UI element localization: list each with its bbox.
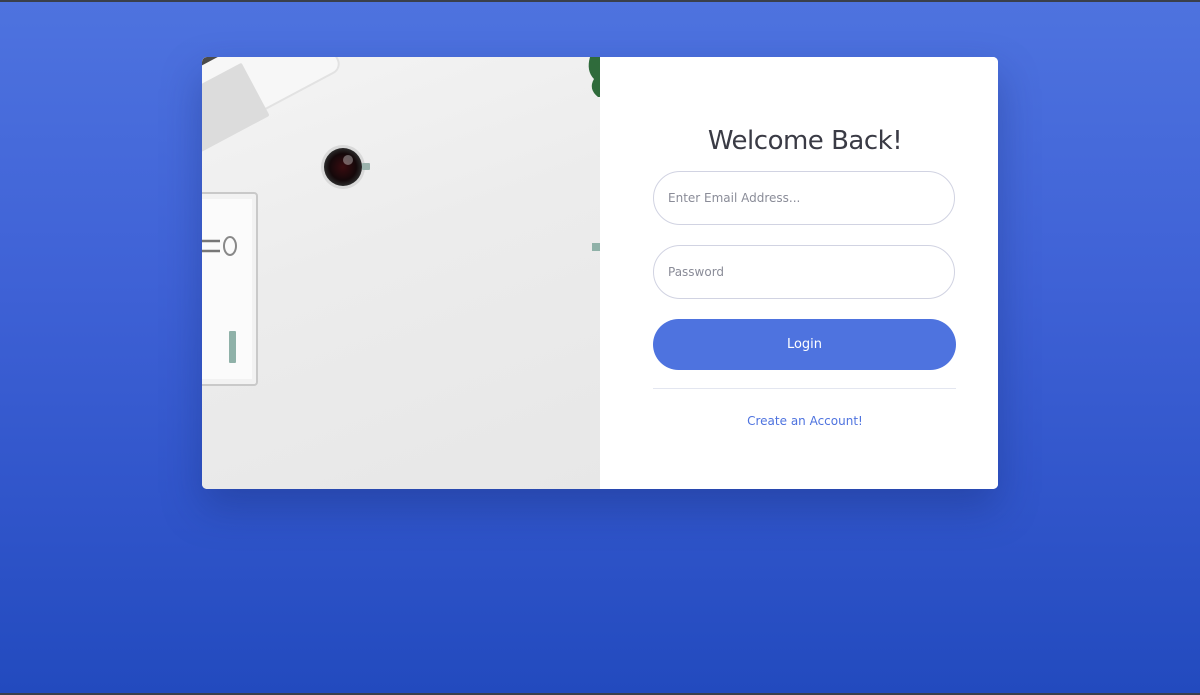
desk-photo [202,57,600,489]
plant-icon [588,57,600,251]
create-account-link[interactable]: Create an Account! [600,414,998,428]
login-button[interactable]: Login [653,319,956,370]
laptop-icon [202,57,340,152]
window-top-border [0,0,1200,2]
page-title: Welcome Back! [707,126,903,157]
login-card: Welcome Back! Login Create an Account! [202,57,998,489]
login-form-panel: Welcome Back! Login Create an Account! [600,57,998,489]
email-field[interactable] [653,171,955,225]
divider [653,388,956,389]
coffee-cup-icon [321,145,370,189]
password-field[interactable] [653,245,955,299]
desk-illustration [202,57,600,386]
clipboard-icon [202,192,258,386]
